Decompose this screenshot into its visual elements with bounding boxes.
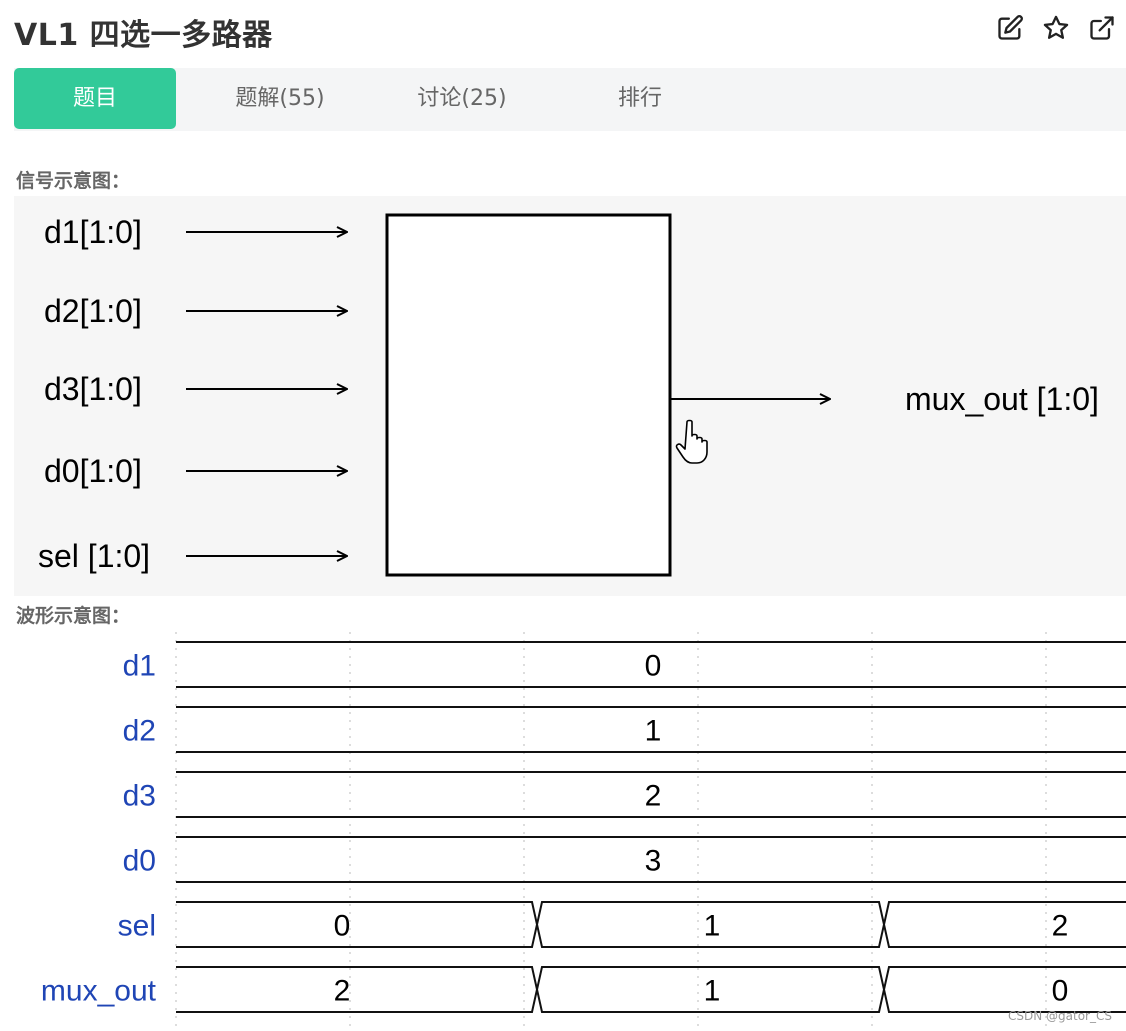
wave-value: 3 [645, 845, 662, 878]
mux-block [385, 213, 672, 577]
tab-discussion[interactable]: 讨论(25) [392, 68, 532, 129]
external-link-icon[interactable] [1088, 14, 1116, 42]
wave-value: 0 [334, 910, 351, 943]
wave-value: 2 [334, 975, 351, 1008]
signal-name: mux_out [41, 975, 157, 1008]
wave-value: 0 [1052, 975, 1069, 1008]
input-label: d1[1:0] [44, 214, 142, 250]
wave-segment [176, 901, 539, 948]
tab-ranking[interactable]: 排行 [580, 68, 700, 129]
signal-name: d0 [123, 845, 156, 878]
edit-icon[interactable] [996, 14, 1024, 42]
waveform-diagram: d1 0 d2 1 d3 2 d0 3 sel 0 1 2 mux_out 2 1 0 [0, 632, 1126, 1027]
signal-diagram-label: 信号示意图： [16, 170, 131, 192]
signal-name: sel [118, 910, 156, 943]
wave-segment [176, 966, 539, 1013]
input-label: d2[1:0] [44, 293, 142, 329]
watermark: CSDN @gator_CS [1008, 1009, 1112, 1023]
wave-value: 2 [1052, 910, 1069, 943]
wave-value: 2 [645, 780, 662, 813]
wave-segment [882, 966, 1126, 1013]
signal-diagram: d1[1:0] d2[1:0] d3[1:0] d0[1:0] sel [1:0] mu… [14, 196, 1126, 596]
mux-inputs: d1[1:0] d2[1:0] d3[1:0] d0[1:0] sel [1:0] [38, 214, 347, 574]
tab-solutions[interactable]: 题解(55) [210, 68, 350, 129]
signal-name: d2 [123, 715, 156, 748]
wave-value: 1 [645, 715, 662, 748]
input-label: d3[1:0] [44, 371, 142, 407]
title-actions [996, 14, 1126, 46]
waveform-label: 波形示意图： [16, 605, 131, 627]
wave-segment [882, 901, 1126, 948]
tab-problem[interactable]: 题目 [14, 68, 176, 129]
star-icon[interactable] [1042, 14, 1070, 42]
wave-value: 1 [704, 910, 721, 943]
input-label: sel [1:0] [38, 538, 150, 574]
signal-name: d3 [123, 780, 156, 813]
hand-cursor-icon [675, 419, 708, 464]
wave-value: 1 [704, 975, 721, 1008]
wave-value: 0 [645, 650, 662, 683]
input-label: d0[1:0] [44, 453, 142, 489]
output-label: mux_out [1:0] [905, 381, 1099, 417]
tab-bar: 题目 题解(55) 讨论(25) 排行 [14, 68, 1126, 131]
page-title: VL1 四选一多路器 [14, 18, 273, 53]
waveform-rows: d1 0 d2 1 d3 2 d0 3 sel 0 1 2 mux_out 2 1 0 [41, 641, 1126, 1013]
signal-name: d1 [123, 650, 156, 683]
